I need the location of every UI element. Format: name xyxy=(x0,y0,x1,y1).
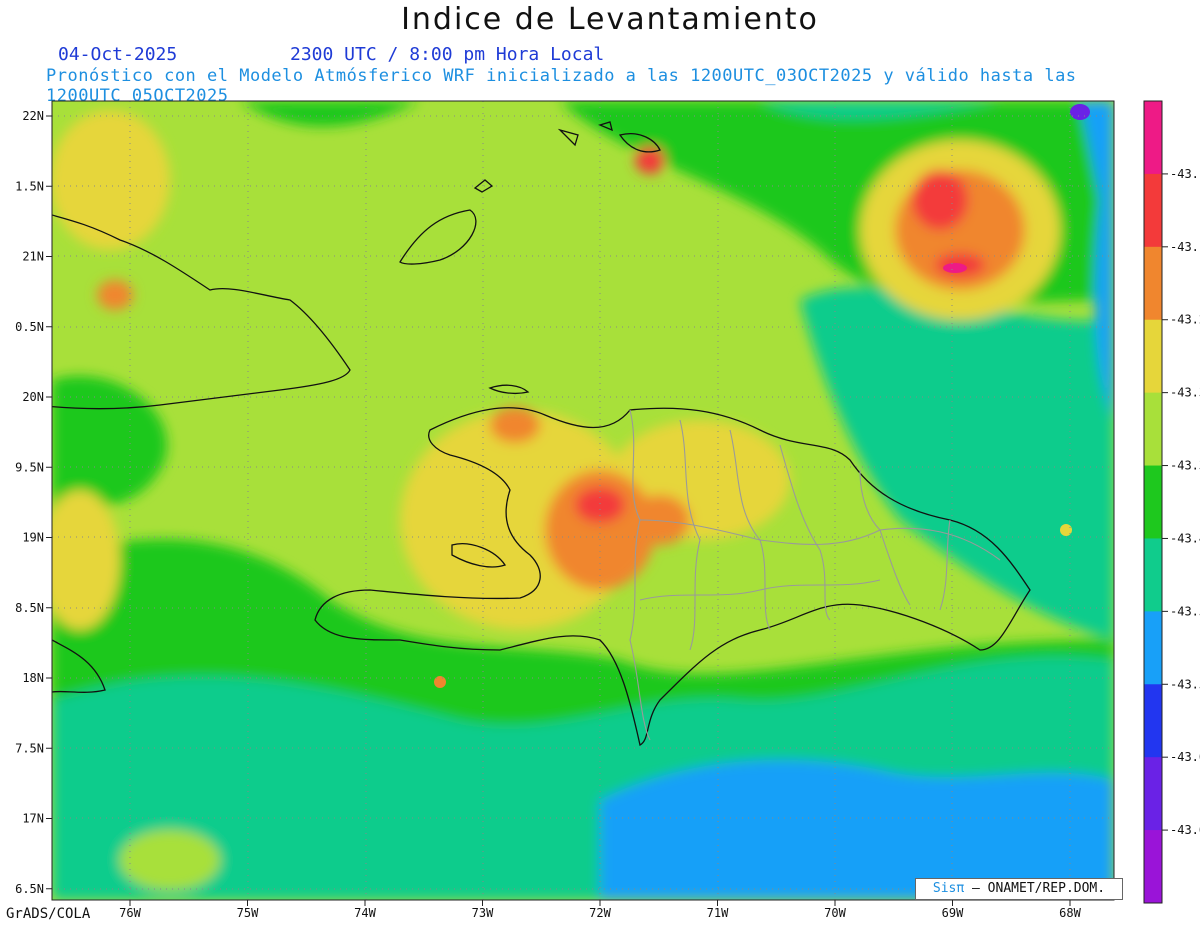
colorbar-label: -43.4 xyxy=(1170,531,1200,545)
pi-symbol: π xyxy=(956,881,965,896)
lon-label: 74W xyxy=(354,906,376,920)
colorbar-swatch xyxy=(1144,392,1162,467)
colorbar: -43.1 -43.1 -43.2 -43.3 -43.3 -43.4 -43.5 -43.5… xyxy=(1143,100,1200,904)
colorbar-swatch xyxy=(1144,465,1162,539)
lon-label: 70W xyxy=(824,906,846,920)
colorbar-label: -43.6 xyxy=(1170,823,1200,837)
onamet-badge: Sisπ – ONAMET/REP.DOM. xyxy=(915,878,1123,900)
colorbar-swatch xyxy=(1144,173,1162,248)
colorbar-label: -43.3 xyxy=(1170,386,1200,400)
colorbar-swatch xyxy=(1144,319,1162,394)
lon-label: 75W xyxy=(237,906,259,920)
colorbar-label: -43.1 xyxy=(1170,167,1200,181)
lat-label: 0.5N xyxy=(15,320,44,334)
lon-label: 72W xyxy=(589,906,611,920)
colorbar-label: -43.5 xyxy=(1170,677,1200,691)
lon-label: 69W xyxy=(942,906,964,920)
colorbar-label: -43.1 xyxy=(1170,240,1200,254)
colorbar-label: -43.5 xyxy=(1170,604,1200,618)
colorbar-swatch xyxy=(1144,538,1162,612)
colorbar-label: -43.3 xyxy=(1170,459,1200,473)
lon-label: 68W xyxy=(1059,906,1081,920)
lat-label: 9.5N xyxy=(15,460,44,474)
lat-label: 8.5N xyxy=(15,601,44,615)
lon-label: 76W xyxy=(119,906,141,920)
longitude-labels: 76W 75W 74W 73W 72W 71W 70W 69W 68W xyxy=(119,900,1082,920)
colorbar-swatch xyxy=(1144,757,1162,831)
software-credit: GrADS/COLA xyxy=(6,906,91,922)
lon-label: 73W xyxy=(472,906,494,920)
lat-label: 7.5N xyxy=(15,741,44,755)
lifted-index-map: 22N 1.5N 21N 0.5N 20N 9.5N 19N 8.5N 18N 7.5N 17N 6.… xyxy=(15,100,1200,920)
latitude-labels: 22N 1.5N 21N 0.5N 20N 9.5N 19N 8.5N 18N 7.5N 17N 6.… xyxy=(15,109,52,896)
colorbar-swatch xyxy=(1144,611,1162,685)
lat-label: 20N xyxy=(22,390,44,404)
lat-label: 6.5N xyxy=(15,882,44,896)
badge-suffix: – ONAMET/REP.DOM. xyxy=(972,881,1106,896)
colorbar-swatch xyxy=(1144,684,1162,758)
colorbar-swatch xyxy=(1144,246,1162,321)
field-layer xyxy=(52,101,1114,900)
lat-label: 17N xyxy=(22,812,44,826)
lat-label: 18N xyxy=(22,671,44,685)
lon-label: 71W xyxy=(707,906,729,920)
lat-label: 21N xyxy=(22,250,44,264)
colorbar-label: -43.2 xyxy=(1170,313,1200,327)
lat-label: 22N xyxy=(22,109,44,123)
colorbar-swatch xyxy=(1144,830,1162,904)
colorbar-swatch xyxy=(1144,101,1162,175)
lat-label: 1.5N xyxy=(15,179,44,193)
lat-label: 19N xyxy=(22,531,44,545)
colorbar-label: -43.6 xyxy=(1170,750,1200,764)
badge-prefix: Sis xyxy=(932,881,957,896)
